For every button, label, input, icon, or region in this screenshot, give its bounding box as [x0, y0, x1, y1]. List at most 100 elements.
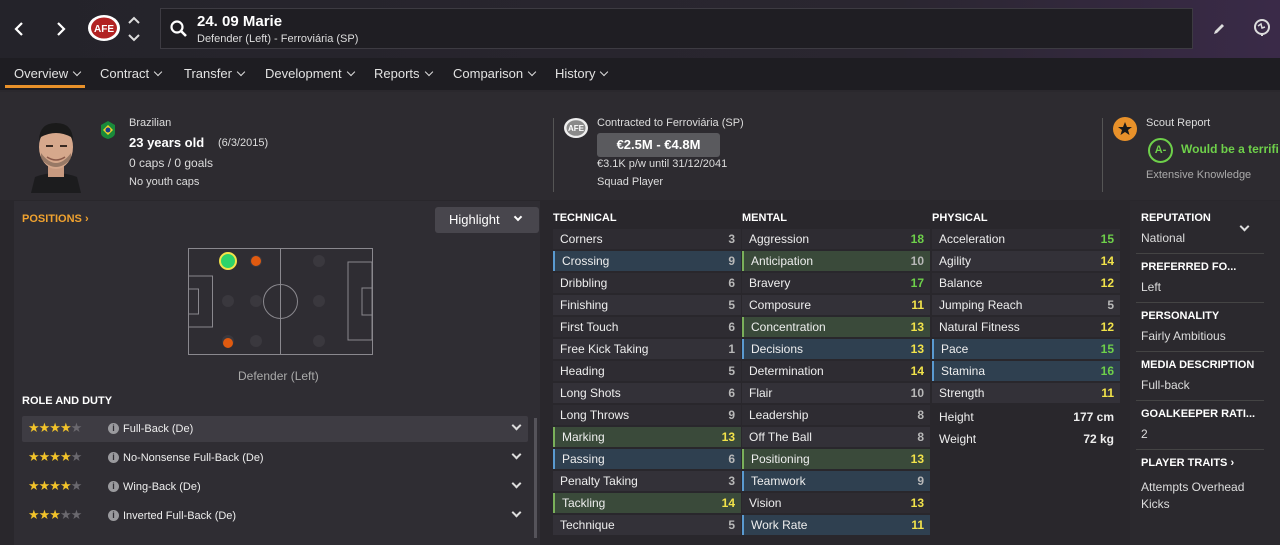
- roles-scrollbar[interactable]: [534, 418, 537, 538]
- role-row[interactable]: ★★★★★ i No-Nonsense Full-Back (De): [22, 445, 528, 471]
- club-badge-icon[interactable]: AFE: [86, 13, 122, 43]
- divider: [1136, 302, 1264, 303]
- player-face-avatar: [25, 115, 87, 193]
- tab-overview[interactable]: Overview: [14, 66, 82, 81]
- attribute-row-long-shots[interactable]: Long Shots 6: [553, 383, 741, 403]
- attribute-row-jumping-reach[interactable]: Jumping Reach 5: [932, 295, 1120, 315]
- attribute-value: 17: [910, 276, 924, 290]
- attribute-value: 13: [910, 320, 924, 334]
- position-pitch: [188, 248, 373, 355]
- chevron-down-icon[interactable]: [511, 507, 522, 518]
- attribute-row-bravery[interactable]: Bravery 17: [742, 273, 930, 293]
- attribute-name: Concentration: [751, 320, 826, 334]
- attribute-name: Bravery: [749, 276, 791, 290]
- tab-reports[interactable]: Reports: [374, 66, 433, 81]
- transfer-value-badge[interactable]: €2.5M - €4.8M: [597, 133, 720, 157]
- attribute-value: 6: [728, 452, 735, 466]
- role-row[interactable]: ★★★★★ i Wing-Back (De): [22, 474, 528, 500]
- back-button[interactable]: [4, 14, 34, 44]
- attribute-name: Penalty Taking: [560, 474, 638, 488]
- chevron-down-icon[interactable]: [511, 420, 522, 431]
- scout-grade: A-: [1148, 138, 1173, 163]
- attribute-value: 6: [728, 276, 735, 290]
- attribute-row-passing[interactable]: Passing 6: [553, 449, 741, 469]
- attribute-row-crossing[interactable]: Crossing 9: [553, 251, 741, 271]
- goalkeeper-rating-title: GOALKEEPER RATI...: [1141, 408, 1256, 420]
- player-switch-arrows-icon[interactable]: [126, 15, 142, 43]
- attribute-row-positioning[interactable]: Positioning 13: [742, 449, 930, 469]
- attribute-value: 5: [728, 518, 735, 532]
- attribute-row-marking[interactable]: Marking 13: [553, 427, 741, 447]
- attribute-row-flair[interactable]: Flair 10: [742, 383, 930, 403]
- attribute-row-concentration[interactable]: Concentration 13: [742, 317, 930, 337]
- role-row[interactable]: ★★★★★ i Full-Back (De): [22, 416, 528, 442]
- scout-verdict: Would be a terrifi: [1181, 142, 1279, 156]
- attribute-row-work-rate[interactable]: Work Rate 11: [742, 515, 930, 535]
- player-traits-link[interactable]: PLAYER TRAITS ›: [1141, 457, 1234, 469]
- physical-title: PHYSICAL: [932, 212, 988, 224]
- chevron-down-icon[interactable]: [511, 449, 522, 460]
- mental-title: MENTAL: [742, 212, 788, 224]
- attribute-row-strength[interactable]: Strength 11: [932, 383, 1120, 403]
- info-icon[interactable]: i: [108, 510, 119, 521]
- attribute-row-corners[interactable]: Corners 3: [553, 229, 741, 249]
- attribute-row-off-the-ball[interactable]: Off The Ball 8: [742, 427, 930, 447]
- svg-text:AFE: AFE: [94, 24, 114, 35]
- attribute-row-heading[interactable]: Heading 5: [553, 361, 741, 381]
- forward-button[interactable]: [46, 14, 76, 44]
- attribute-value: 9: [917, 474, 924, 488]
- attribute-row-decisions[interactable]: Decisions 13: [742, 339, 930, 359]
- technical-title: TECHNICAL: [553, 212, 617, 224]
- attribute-row-dribbling[interactable]: Dribbling 6: [553, 273, 741, 293]
- attribute-row-tackling[interactable]: Tackling 14: [553, 493, 741, 513]
- attribute-name: Crossing: [562, 254, 610, 268]
- top-bar: AFE 24. 09 Marie Defender (Left) - Ferro…: [0, 0, 1280, 58]
- attribute-value: 6: [728, 320, 735, 334]
- attribute-value: 9: [728, 254, 735, 268]
- attribute-row-pace[interactable]: Pace 15: [932, 339, 1120, 359]
- attribute-name: Long Throws: [560, 408, 630, 422]
- scout-report-title: Scout Report: [1146, 117, 1211, 129]
- attribute-row-first-touch[interactable]: First Touch 6: [553, 317, 741, 337]
- attribute-row-finishing[interactable]: Finishing 5: [553, 295, 741, 315]
- positions-link[interactable]: POSITIONS ›: [22, 213, 89, 225]
- chevron-down-icon[interactable]: [511, 478, 522, 489]
- tab-contract[interactable]: Contract: [100, 66, 163, 81]
- attribute-row-agility[interactable]: Agility 14: [932, 251, 1120, 271]
- attribute-value: 8: [917, 408, 924, 422]
- attribute-value: 5: [1107, 298, 1114, 312]
- tab-history[interactable]: History: [555, 66, 609, 81]
- attribute-value: 13: [910, 496, 924, 510]
- player-search-box[interactable]: 24. 09 Marie Defender (Left) - Ferroviár…: [160, 8, 1193, 49]
- attribute-row-vision[interactable]: Vision 13: [742, 493, 930, 513]
- globe-icon[interactable]: [1253, 19, 1271, 37]
- attribute-row-long-throws[interactable]: Long Throws 9: [553, 405, 741, 425]
- contract-club: Contracted to Ferroviária (SP): [597, 117, 744, 129]
- attribute-row-determination[interactable]: Determination 14: [742, 361, 930, 381]
- info-icon[interactable]: i: [108, 452, 119, 463]
- attribute-row-leadership[interactable]: Leadership 8: [742, 405, 930, 425]
- attribute-row-aggression[interactable]: Aggression 18: [742, 229, 930, 249]
- info-icon[interactable]: i: [108, 423, 119, 434]
- attribute-value: 10: [910, 386, 924, 400]
- info-icon[interactable]: i: [108, 481, 119, 492]
- attribute-row-composure[interactable]: Composure 11: [742, 295, 930, 315]
- tab-transfer[interactable]: Transfer: [184, 66, 246, 81]
- attribute-row-natural-fitness[interactable]: Natural Fitness 12: [932, 317, 1120, 337]
- attribute-row-teamwork[interactable]: Teamwork 9: [742, 471, 930, 491]
- tab-development[interactable]: Development: [265, 66, 355, 81]
- youth-caps: No youth caps: [129, 176, 200, 188]
- role-row[interactable]: ★★★★★ i Inverted Full-Back (De): [22, 503, 528, 529]
- edit-pencil-icon[interactable]: [1211, 21, 1227, 37]
- attribute-row-technique[interactable]: Technique 5: [553, 515, 741, 535]
- attribute-name: Flair: [749, 386, 773, 400]
- attribute-row-stamina[interactable]: Stamina 16: [932, 361, 1120, 381]
- attribute-row-balance[interactable]: Balance 12: [932, 273, 1120, 293]
- attribute-row-anticipation[interactable]: Anticipation 10: [742, 251, 930, 271]
- star-icon: [1113, 117, 1137, 141]
- highlight-dropdown[interactable]: Highlight: [435, 207, 539, 233]
- tab-comparison[interactable]: Comparison: [453, 66, 537, 81]
- attribute-row-penalty-taking[interactable]: Penalty Taking 3: [553, 471, 741, 491]
- attribute-row-free-kick-taking[interactable]: Free Kick Taking 1: [553, 339, 741, 359]
- attribute-row-acceleration[interactable]: Acceleration 15: [932, 229, 1120, 249]
